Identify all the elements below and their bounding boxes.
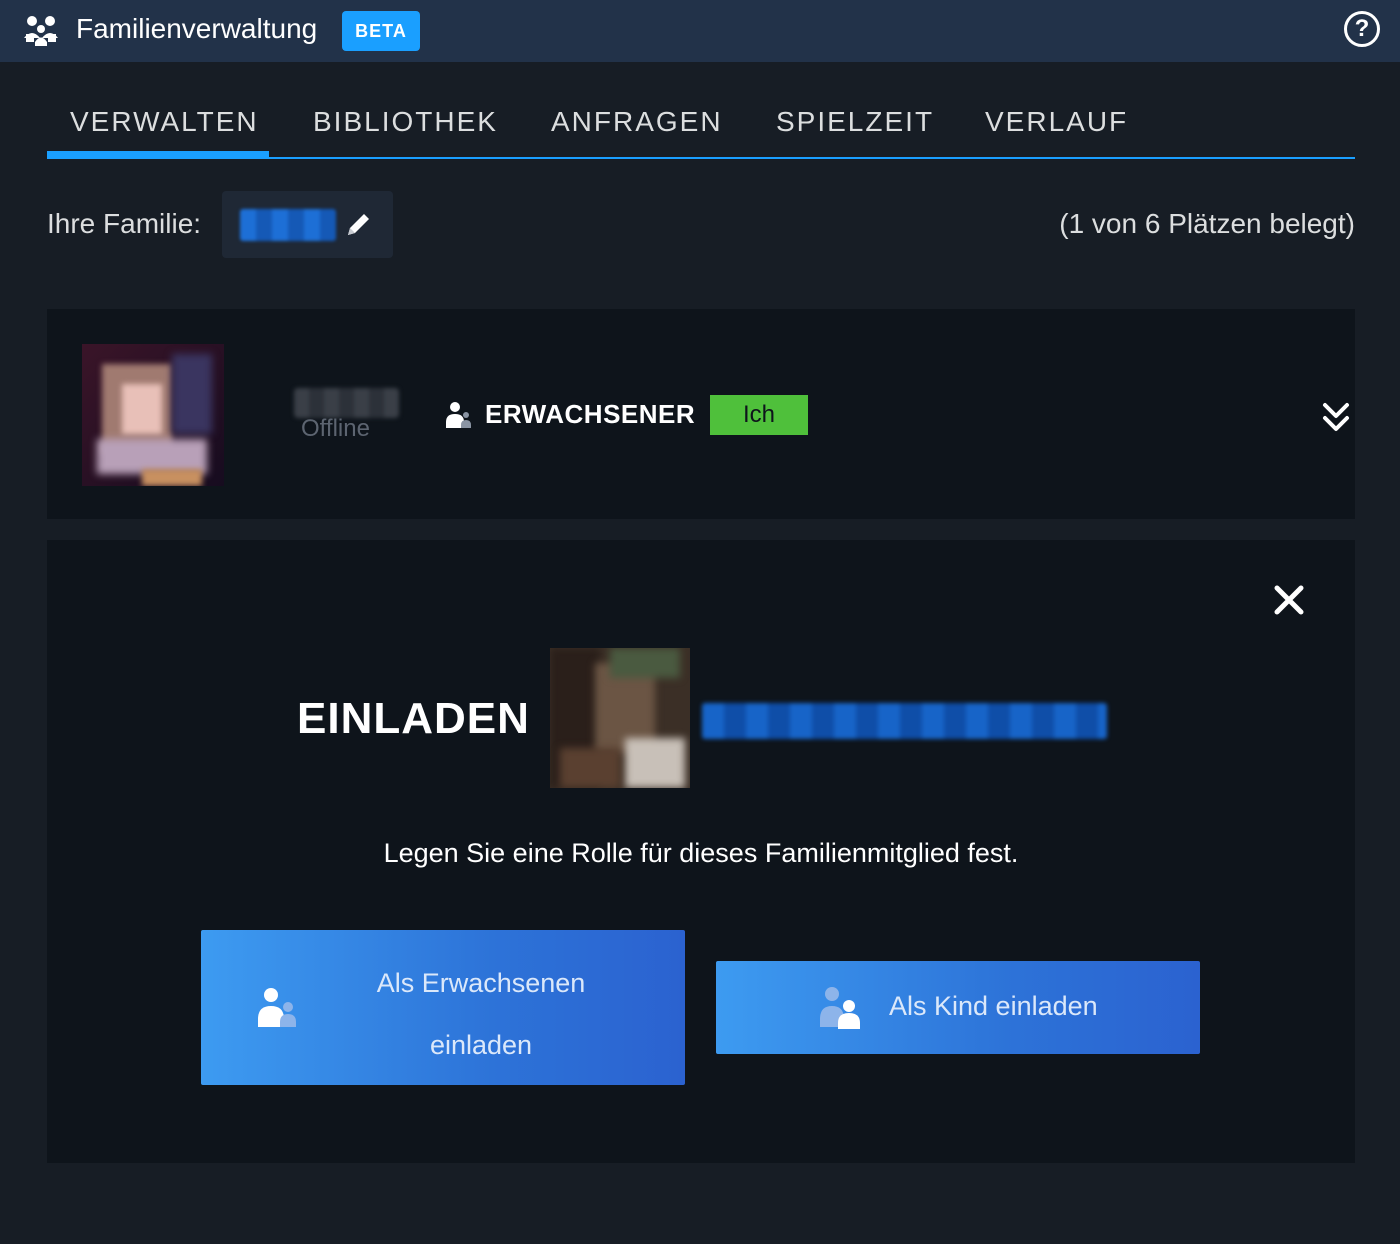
invite-as-child-label: Als Kind einladen (889, 991, 1098, 1021)
tab-verwalten[interactable]: VERWALTEN (70, 106, 259, 138)
invitee-name-redacted (702, 703, 1107, 739)
page-title: Familienverwaltung (76, 13, 318, 44)
invite-description: Legen Sie eine Rolle für dieses Familien… (383, 838, 1019, 868)
member-role: ERWACHSENER (485, 399, 696, 429)
slots-used: (1 von 6 Plätzen belegt) (1059, 208, 1355, 239)
tab-anfragen[interactable]: ANFRAGEN (551, 106, 723, 138)
member-name-redacted (294, 388, 399, 418)
family-name-redacted (240, 209, 336, 241)
tab-active-indicator (47, 151, 269, 158)
invite-card: EINLADEN Legen Sie eine Rolle für dieses… (47, 540, 1355, 1163)
family-name-button[interactable] (222, 191, 393, 258)
invite-title: EINLADEN (297, 694, 530, 743)
invite-as-adult-button[interactable]: Als Erwachsenen einladen (201, 930, 685, 1085)
family-icon (24, 16, 58, 46)
invite-as-child-button[interactable]: Als Kind einladen (716, 961, 1200, 1054)
tab-bar: VERWALTEN BIBLIOTHEK ANFRAGEN SPIELZEIT … (47, 100, 1355, 160)
invite-as-adult-label-line2: einladen (429, 1030, 533, 1060)
member-card: Offline ERWACHSENER Ich (47, 309, 1355, 519)
invite-as-adult-label-line1: Als Erwachsenen (376, 968, 586, 998)
member-status: Offline (301, 415, 370, 442)
invite-as-adult-label: Als Erwachsenen einladen (301, 952, 661, 1076)
adult-user-icon (258, 988, 296, 1027)
beta-badge: BETA (342, 11, 420, 51)
child-user-icon (820, 987, 860, 1029)
family-label: Ihre Familie: (47, 208, 202, 239)
tab-spielzeit[interactable]: SPIELZEIT (776, 106, 934, 138)
tab-verlauf[interactable]: VERLAUF (985, 106, 1128, 138)
double-chevron-down-icon[interactable] (1319, 401, 1353, 435)
header-bar: Familienverwaltung BETA ? (0, 0, 1400, 62)
member-avatar (82, 344, 224, 486)
pencil-icon (348, 214, 369, 235)
tab-bibliothek[interactable]: BIBLIOTHEK (313, 106, 498, 138)
help-icon[interactable]: ? (1344, 11, 1380, 47)
close-icon[interactable] (1272, 583, 1306, 617)
adult-user-icon (446, 402, 471, 428)
me-badge: Ich (710, 395, 808, 435)
invitee-avatar (550, 648, 690, 788)
